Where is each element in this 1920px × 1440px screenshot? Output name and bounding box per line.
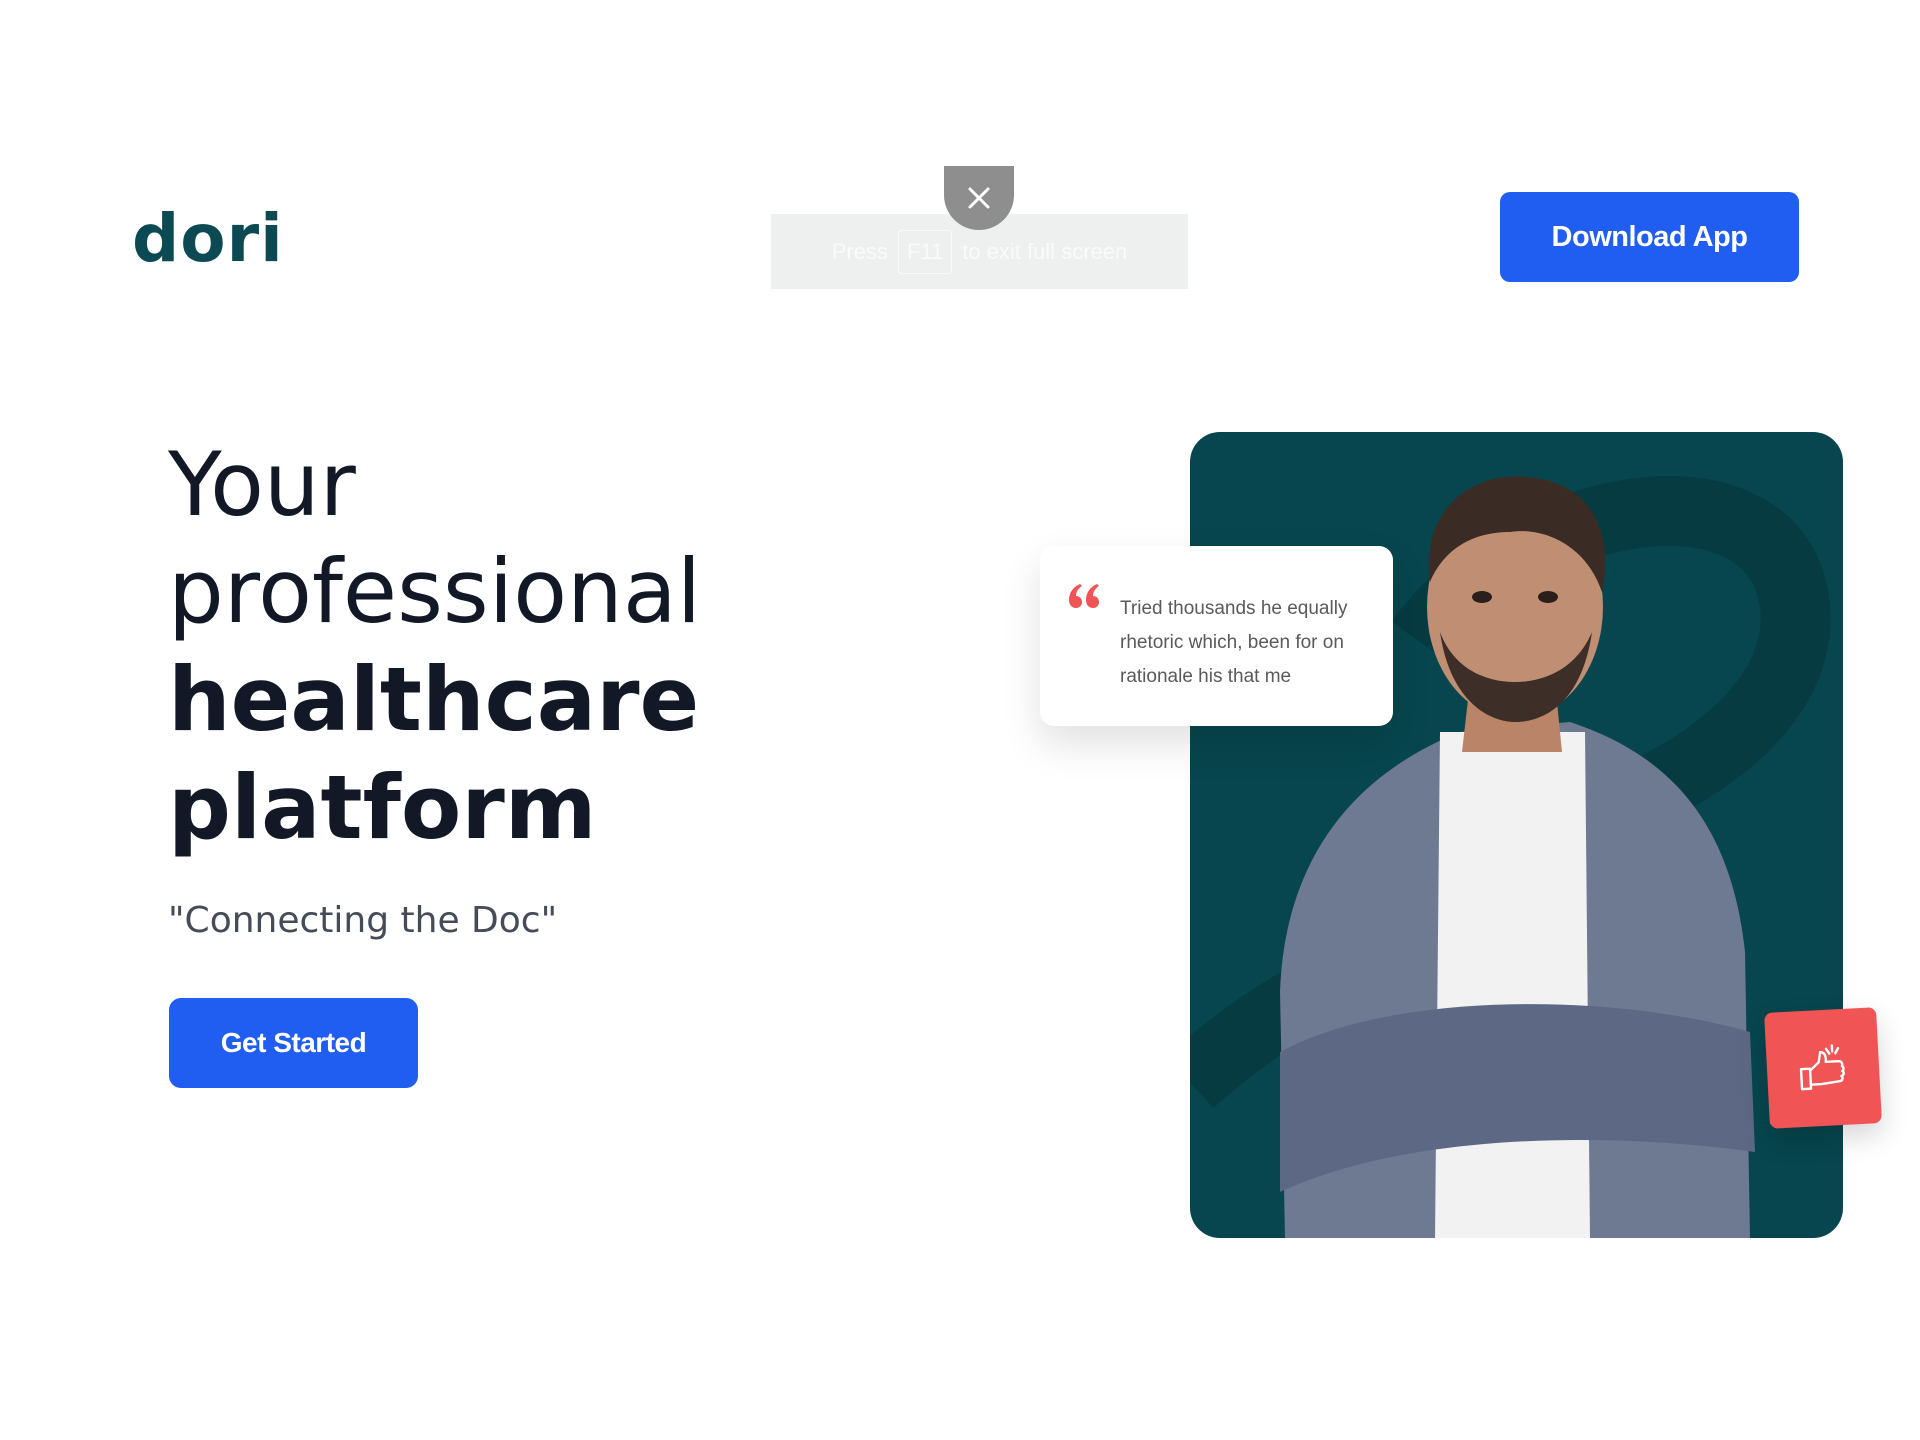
fullscreen-notice-key: F11 [897, 229, 953, 274]
hero-title-line-3: healthcare [168, 648, 700, 751]
download-app-button[interactable]: Download App [1500, 192, 1799, 282]
hero-title-line-2: professional [168, 540, 702, 643]
fullscreen-notice-suffix: to exit full screen [962, 238, 1128, 264]
testimonial-card: Tried thousands he equally rhetoric whic… [1040, 546, 1393, 726]
fullscreen-notice-prefix: Press [831, 238, 888, 264]
close-icon [968, 187, 990, 209]
landing-page: dori Press F11 to exit full screen Downl… [0, 0, 1920, 1440]
hero-title-line-1: Your [168, 433, 356, 536]
testimonial-text: Tried thousands he equally rhetoric whic… [1120, 598, 1348, 687]
quote-icon [1069, 584, 1099, 608]
hero-tagline: "Connecting the Doc" [168, 900, 558, 941]
dori-logo[interactable]: dori [132, 200, 284, 277]
thumbs-up-badge [1764, 1007, 1882, 1129]
hero-title-line-4: platform [168, 756, 597, 859]
get-started-button[interactable]: Get Started [169, 998, 418, 1088]
thumbs-up-icon [1799, 1044, 1845, 1091]
